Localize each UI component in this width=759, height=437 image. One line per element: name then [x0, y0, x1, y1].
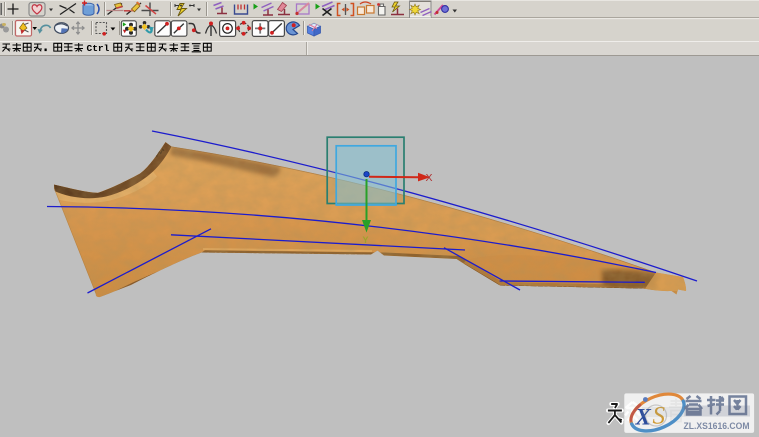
svg-text:Ctrl: Ctrl [87, 43, 110, 54]
svg-text:ZL.XS1616.COM: ZL.XS1616.COM [684, 421, 750, 431]
svg-text:X: X [426, 172, 433, 184]
svg-text:Y: Y [363, 235, 369, 245]
